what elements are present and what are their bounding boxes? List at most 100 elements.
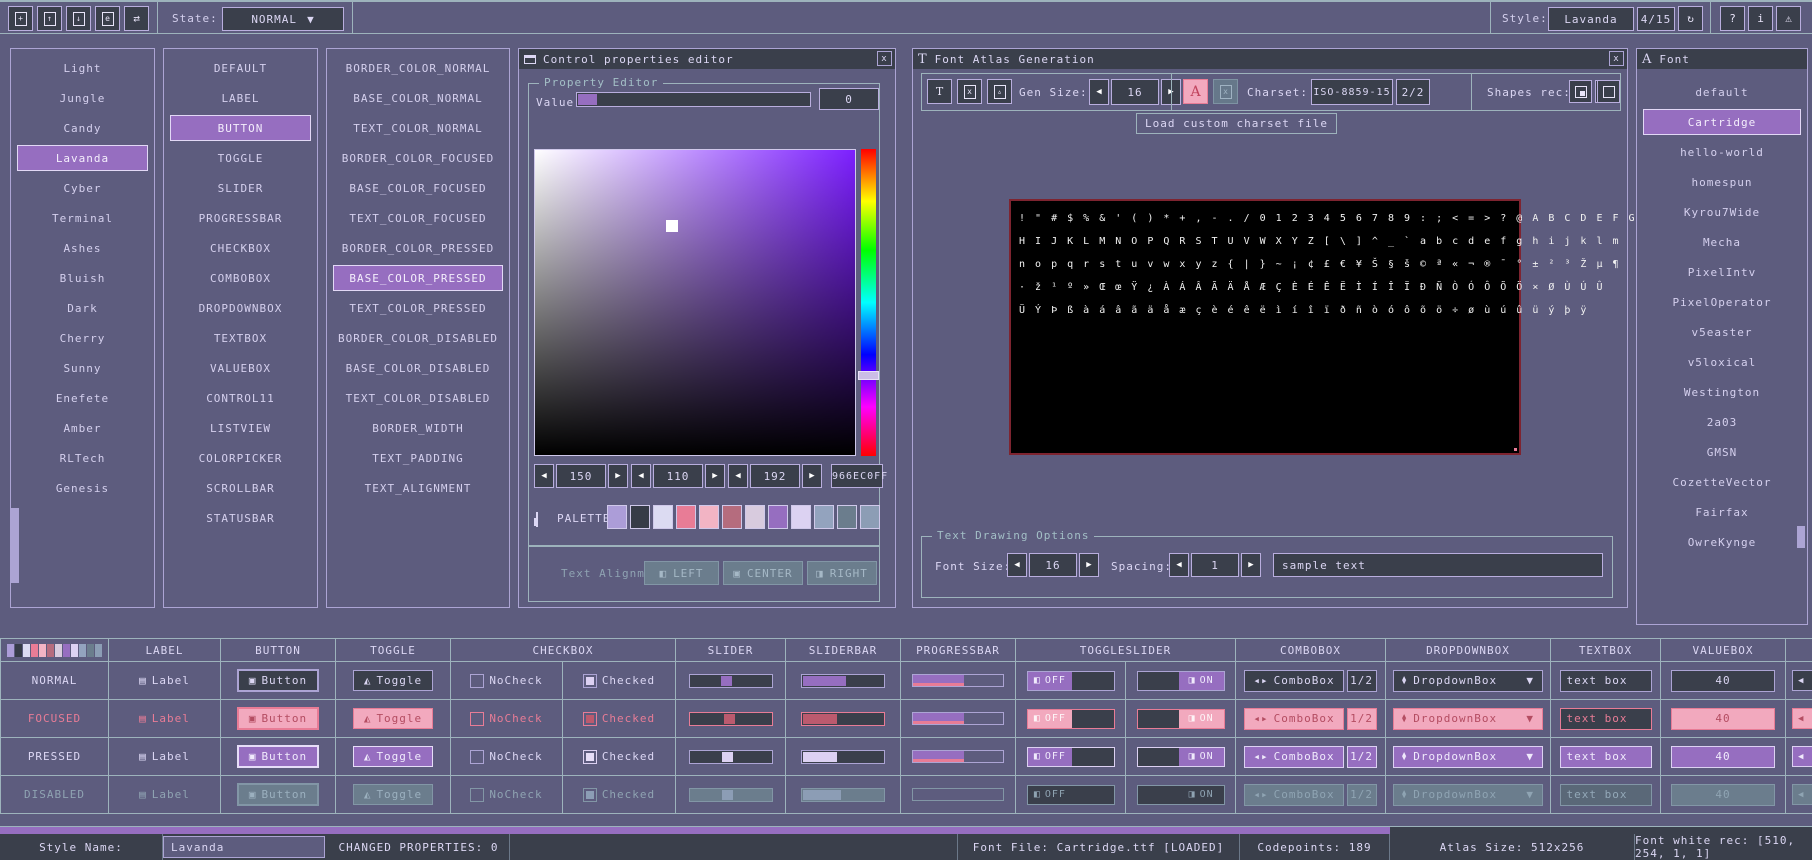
palette-swatch[interactable] [745,505,765,529]
info-button[interactable]: i [1748,6,1773,31]
style-list-item[interactable]: Lavanda [17,145,148,171]
control-list-item[interactable]: LABEL [170,85,311,111]
checkbox-unchecked[interactable]: NoCheck [470,750,542,764]
textbox-widget[interactable]: text box [1560,670,1652,692]
checkbox-unchecked[interactable]: NoCheck [470,674,542,688]
reload-style-button[interactable]: ↻ [1678,6,1703,31]
red-value-box[interactable]: 150 [556,464,606,488]
hex-color-box[interactable]: 966EC0FF [831,464,883,488]
font-list-item[interactable]: hello-world [1643,139,1801,165]
font-list-item[interactable]: default [1643,79,1801,105]
toggleslider-on[interactable]: ◨ON [1137,709,1225,729]
style-name-box[interactable]: Lavanda [1548,7,1634,31]
shapes-rec-fill-button[interactable] [1569,80,1592,103]
export-atlas-image-button[interactable]: ▵ [987,79,1012,104]
blue-decrease-button[interactable]: ◀ [728,464,748,488]
control-list-item[interactable]: BUTTON [170,115,311,141]
horizontal-scrollbar[interactable] [0,826,1812,834]
palette-swatch[interactable] [722,505,742,529]
palette-swatch[interactable] [630,505,650,529]
palette-swatch[interactable] [837,505,857,529]
report-issue-button[interactable]: ⚠ [1776,6,1801,31]
toggleslider-on[interactable]: ◨ON [1137,671,1225,691]
combo-count[interactable]: 1/2 [1347,670,1377,692]
valuebox-widget[interactable]: 40 [1671,670,1775,692]
control-list-item[interactable]: TOGGLE [170,145,311,171]
style-list-item[interactable]: Genesis [17,475,148,501]
unload-charset-button[interactable]: x [1213,79,1238,104]
fonts-list-scrollbar[interactable] [1797,526,1805,548]
random-style-button[interactable]: ⇄ [124,6,149,31]
toggle-widget[interactable]: ◭Toggle [353,708,433,729]
toggleslider-knob[interactable]: ◧OFF [1028,672,1073,690]
palette-swatch[interactable] [676,505,696,529]
color-picker-panel[interactable] [534,149,856,456]
property-list-item[interactable]: BASE_COLOR_NORMAL [333,85,503,111]
hue-bar[interactable] [861,149,876,456]
toggleslider-on[interactable]: ◨ON [1137,747,1225,767]
slider-handle[interactable] [724,714,735,724]
style-list-item[interactable]: Dark [17,295,148,321]
blue-value-box[interactable]: 192 [750,464,800,488]
palette-swatch[interactable] [814,505,834,529]
control-list-item[interactable]: VALUEBOX [170,355,311,381]
property-list-item[interactable]: BASE_COLOR_PRESSED [333,265,503,291]
palette-swatch[interactable] [768,505,788,529]
font-list-item[interactable]: v5loxical [1643,349,1801,375]
shapes-rec-empty-button[interactable] [1597,80,1620,103]
combo-count[interactable]: 1/2 [1347,708,1377,730]
property-list-item[interactable]: TEXT_ALIGNMENT [333,475,503,501]
sliderbar-widget[interactable] [801,750,885,764]
toggleslider-off[interactable]: ◧OFF [1027,671,1115,691]
font-list-item[interactable]: Westington [1643,379,1801,405]
font-atlas-image[interactable]: ! " # $ % & ' ( ) * + , - . / 0 1 2 3 4 … [1009,199,1521,455]
font-list-item[interactable]: v5easter [1643,319,1801,345]
textbox-widget[interactable]: text box [1560,746,1652,768]
style-list-item[interactable]: Amber [17,415,148,441]
font-list-item[interactable]: Mecha [1643,229,1801,255]
checkbox-checked[interactable]: Checked [583,674,655,688]
close-icon[interactable]: x [1609,51,1624,66]
textbox-widget[interactable]: text box [1560,708,1652,730]
style-list-item[interactable]: RLTech [17,445,148,471]
hue-bar-handle[interactable] [858,371,879,380]
control-list-item[interactable]: COLORPICKER [170,445,311,471]
property-list-item[interactable]: BORDER_COLOR_DISABLED [333,325,503,351]
slider-handle[interactable] [721,676,732,686]
font-size-value-box[interactable]: 16 [1029,553,1077,577]
control-list-item[interactable]: CHECKBOX [170,235,311,261]
font-list-item[interactable]: PixelOperator [1643,289,1801,315]
palette-swatch[interactable] [699,505,719,529]
property-list-item[interactable]: TEXT_COLOR_NORMAL [333,115,503,141]
font-size-increase-button[interactable]: ▶ [1079,553,1099,577]
property-list-item[interactable]: BASE_COLOR_FOCUSED [333,175,503,201]
green-decrease-button[interactable]: ◀ [631,464,651,488]
save-style-button[interactable]: ↓ [66,6,91,31]
slider-widget[interactable] [689,674,773,688]
spacing-decrease-button[interactable]: ◀ [1169,553,1189,577]
export-style-button[interactable]: e [95,6,120,31]
toggleslider-off[interactable]: ◧OFF [1027,747,1115,767]
sliderbar-widget[interactable] [801,674,885,688]
sample-text-input[interactable]: sample text [1273,553,1603,577]
style-list-item[interactable]: Ashes [17,235,148,261]
styles-list-scrollbar[interactable] [11,508,19,583]
control-list-item[interactable]: LISTVIEW [170,415,311,441]
font-list-item[interactable]: OwreKynge [1643,529,1801,555]
font-list-item[interactable]: CozetteVector [1643,469,1801,495]
align-center-button[interactable]: ▣ CENTER [723,561,803,585]
font-list-item[interactable]: Cartridge [1643,109,1801,135]
style-list-item[interactable]: Light [17,55,148,81]
control-list-item[interactable]: DEFAULT [170,55,311,81]
font-list-item[interactable]: PixelIntv [1643,259,1801,285]
control-list-item[interactable]: SCROLLBAR [170,475,311,501]
toggleslider-knob[interactable]: ◨ON [1179,710,1224,728]
scrollbar-arrow[interactable]: ◀ [1792,746,1812,767]
spacing-value-box[interactable]: 1 [1191,553,1239,577]
control-list-item[interactable]: STATUSBAR [170,505,311,531]
horizontal-scrollbar-thumb[interactable] [0,827,1390,834]
style-list-item[interactable]: Cherry [17,325,148,351]
toggleslider-knob[interactable]: ◧OFF [1028,710,1073,728]
slider-handle[interactable] [722,752,733,762]
toggleslider-knob[interactable]: ◧OFF [1028,748,1073,766]
